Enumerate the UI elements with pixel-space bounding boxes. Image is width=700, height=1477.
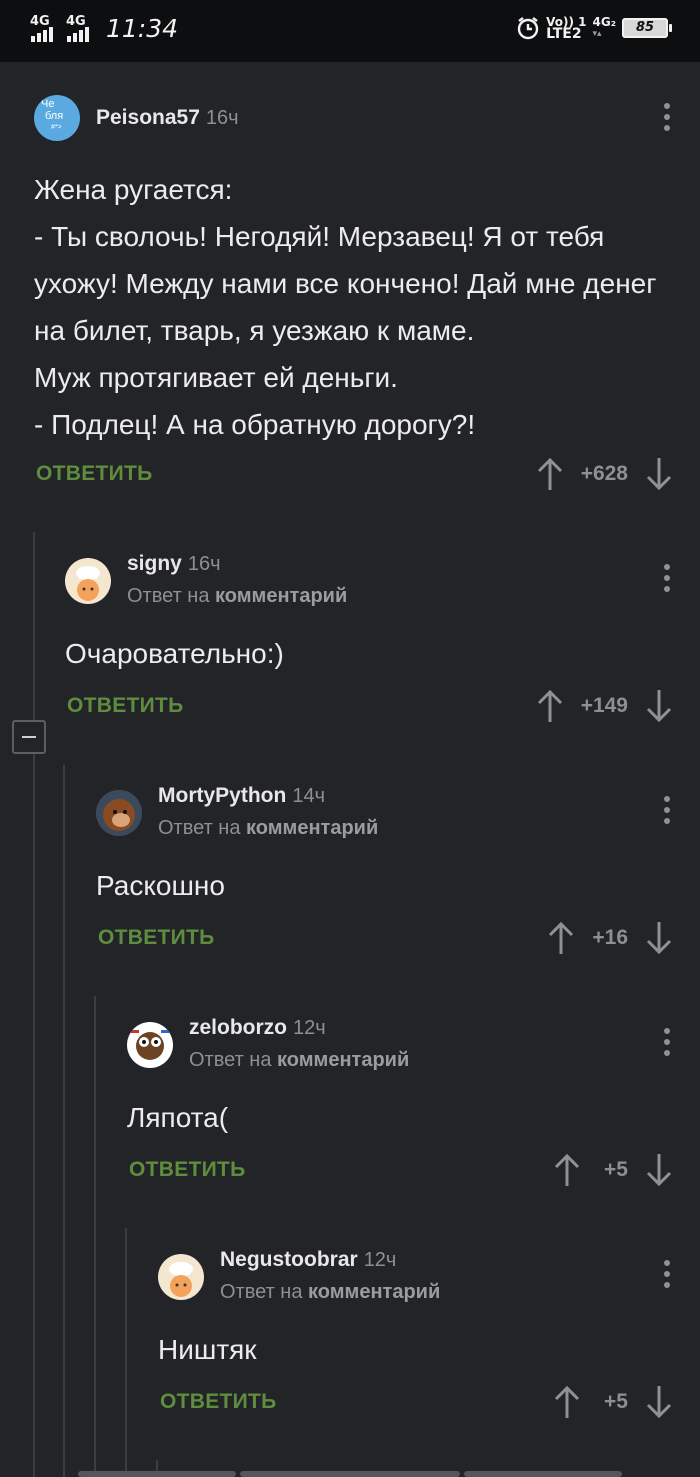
username[interactable]: zeloborzo [189, 1016, 287, 1039]
thread-line-level1 [33, 532, 35, 720]
comment-peisona57: Че бля #*> Peisona57 16ч Жена ругается: -… [34, 95, 700, 500]
network2-indicator: 4G₂ ▾▴ [592, 15, 616, 39]
collapse-thread-button[interactable] [12, 720, 46, 754]
avatar[interactable]: Че бля #*> [34, 95, 80, 141]
reply-button[interactable]: ОТВЕТИТЬ [36, 462, 153, 486]
username[interactable]: signy [127, 552, 182, 575]
comment-body: Ляпота( [127, 1102, 229, 1133]
monkey-avatar-icon [96, 790, 142, 836]
reply-button[interactable]: ОТВЕТИТЬ [98, 926, 215, 950]
comment-mortypython: MortyPython 14ч Ответ на комментарий Раск… [96, 780, 700, 960]
reply-to-line: Ответ на комментарий [127, 585, 347, 608]
signal-sim2-icon: 4G [66, 14, 96, 44]
comment-author[interactable]: Peisona57 16ч [96, 106, 239, 130]
vote-controls: +149 [537, 689, 672, 723]
thread-line-level4 [125, 1228, 127, 1477]
creature-avatar-icon [131, 1030, 169, 1060]
bottom-nav-segment [464, 1471, 622, 1477]
upvote-arrow-icon[interactable] [537, 457, 563, 491]
reply-to-line: Ответ на комментарий [158, 817, 378, 840]
vote-score: +149 [580, 694, 628, 717]
comment-body: Жена ругается: - Ты сволочь! Негодяй! Ме… [34, 174, 657, 440]
bottom-nav-segment [240, 1471, 460, 1477]
downvote-arrow-icon[interactable] [646, 1153, 672, 1187]
vote-controls: +5 [554, 1153, 672, 1187]
username[interactable]: Negustoobrar [220, 1248, 358, 1271]
comment-time: 16ч [205, 107, 239, 129]
alarm-icon [517, 17, 539, 40]
more-options-icon[interactable] [664, 1028, 670, 1061]
comment-time: 12ч [293, 1017, 326, 1039]
comment-zeloborzo: zeloborzo 12ч Ответ на комментарий Ляпота… [127, 1012, 700, 1192]
comment-body: Ништяк [158, 1334, 257, 1365]
network2-label: 4G₂ [592, 15, 616, 29]
upvote-arrow-icon[interactable] [548, 921, 574, 955]
thread-line-level3 [94, 996, 96, 1477]
vote-score: +5 [604, 1158, 628, 1181]
volte-indicator: Vo)) 1 LTE2 [546, 16, 586, 42]
avatar[interactable] [96, 790, 142, 836]
username[interactable]: MortyPython [158, 784, 286, 807]
comment-author[interactable]: signy 16ч [127, 552, 221, 576]
more-options-icon[interactable] [664, 1260, 670, 1293]
downvote-arrow-icon[interactable] [646, 689, 672, 723]
reply-to-prefix: Ответ на [220, 1281, 303, 1303]
avatar-text-bottom: #*> [51, 124, 62, 131]
downvote-arrow-icon[interactable] [646, 457, 672, 491]
reply-button[interactable]: ОТВЕТИТЬ [67, 694, 184, 718]
comment-time: 12ч [363, 1249, 397, 1271]
volte-bottom: LTE2 [546, 26, 582, 42]
reply-to-prefix: Ответ на [158, 817, 241, 839]
vote-controls: +628 [537, 457, 672, 491]
comment-negustoobrar: Negustoobrar 12ч Ответ на комментарий Ниш… [158, 1244, 700, 1424]
clock: 11:34 [106, 14, 179, 43]
default-chef-avatar-icon [76, 566, 100, 601]
avatar[interactable] [65, 558, 111, 604]
comment-signy: signy 16ч Ответ на комментарий Очаровател… [65, 548, 700, 728]
upvote-arrow-icon[interactable] [554, 1385, 580, 1419]
comment-author[interactable]: zeloborzo 12ч [189, 1016, 326, 1040]
comment-body: Очаровательно:) [65, 638, 284, 669]
avatar-text-top: Че [41, 98, 55, 110]
bottom-nav-segment [78, 1471, 236, 1477]
battery-icon: 85 [622, 18, 672, 38]
comment-author[interactable]: MortyPython 14ч [158, 784, 325, 808]
vote-score: +16 [592, 926, 628, 949]
upvote-arrow-icon[interactable] [537, 689, 563, 723]
reply-button[interactable]: ОТВЕТИТЬ [129, 1158, 246, 1182]
comment-time: 14ч [292, 785, 325, 807]
more-options-icon[interactable] [664, 796, 670, 829]
reply-to-line: Ответ на комментарий [220, 1281, 440, 1304]
reply-to-prefix: Ответ на [189, 1049, 272, 1071]
comment-time: 16ч [187, 553, 221, 575]
battery-level: 85 [635, 20, 655, 35]
avatar-text-mid: бля [45, 110, 64, 122]
comment-body: Раскошно [96, 870, 225, 901]
vote-controls: +5 [554, 1385, 672, 1419]
thread-line-level1-lower [33, 754, 35, 1477]
upvote-arrow-icon[interactable] [554, 1153, 580, 1187]
reply-button[interactable]: ОТВЕТИТЬ [160, 1390, 277, 1414]
thread-line-level2 [63, 765, 65, 1477]
vote-score: +5 [604, 1390, 628, 1413]
reply-to-prefix: Ответ на [127, 585, 210, 607]
reply-to-link[interactable]: комментарий [308, 1281, 440, 1303]
vote-score: +628 [580, 462, 628, 485]
reply-to-link[interactable]: комментарий [277, 1049, 409, 1071]
vote-controls: +16 [548, 921, 672, 955]
status-bar: 4G 4G 11:34 Vo)) 1 LTE2 4G₂ ▾▴ 85 [0, 0, 700, 62]
downvote-arrow-icon[interactable] [646, 1385, 672, 1419]
downvote-arrow-icon[interactable] [646, 921, 672, 955]
more-options-icon[interactable] [664, 103, 670, 136]
username[interactable]: Peisona57 [96, 106, 200, 129]
reply-to-link[interactable]: комментарий [246, 817, 378, 839]
reply-to-link[interactable]: комментарий [215, 585, 347, 607]
signal-sim1-icon: 4G [30, 14, 60, 44]
comment-author[interactable]: Negustoobrar 12ч [220, 1248, 396, 1272]
more-options-icon[interactable] [664, 564, 670, 597]
reply-to-line: Ответ на комментарий [189, 1049, 409, 1072]
default-chef-avatar-icon [169, 1262, 193, 1297]
avatar[interactable] [127, 1022, 173, 1068]
avatar[interactable] [158, 1254, 204, 1300]
